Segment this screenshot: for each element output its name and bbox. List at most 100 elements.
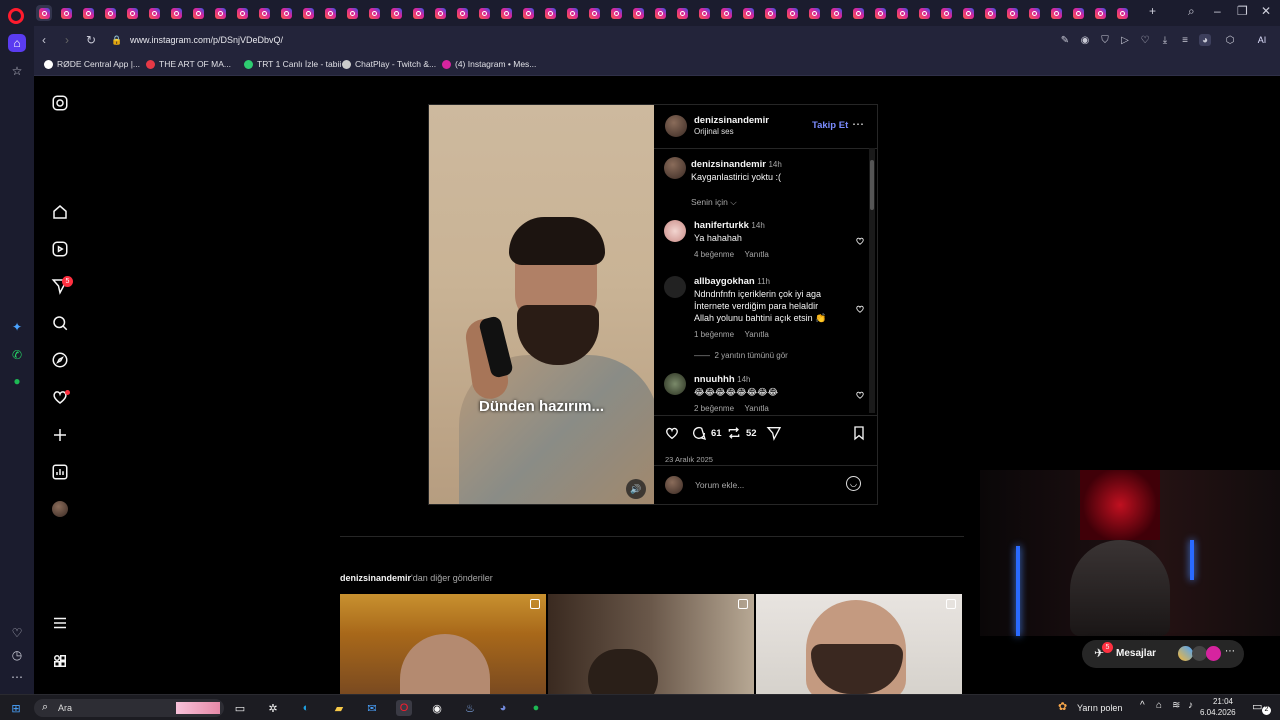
browser-tab[interactable] xyxy=(784,5,800,21)
comment-button[interactable]: 61 xyxy=(691,425,722,441)
browser-tab[interactable] xyxy=(806,5,822,21)
browser-tab[interactable] xyxy=(916,5,932,21)
save-button[interactable] xyxy=(851,425,867,441)
browser-tab[interactable] xyxy=(938,5,954,21)
author-username[interactable]: denizsinandemir xyxy=(694,115,769,126)
spotify-icon[interactable]: ● xyxy=(8,372,26,390)
browser-tab[interactable] xyxy=(1092,5,1108,21)
scrollbar-thumb[interactable] xyxy=(870,160,874,210)
tray-chevron-icon[interactable]: ^ xyxy=(1140,700,1145,711)
more-post-thumbnail[interactable] xyxy=(340,594,546,694)
taskbar-search[interactable]: ⌕ Ara xyxy=(34,699,224,717)
new-tab-icon[interactable]: + xyxy=(1149,4,1156,18)
browser-tab[interactable] xyxy=(740,5,756,21)
browser-tab[interactable] xyxy=(432,5,448,21)
comment-avatar[interactable] xyxy=(664,220,686,242)
browser-tab[interactable] xyxy=(124,5,140,21)
browser-tab[interactable] xyxy=(278,5,294,21)
browser-tab[interactable] xyxy=(630,5,646,21)
explore-icon[interactable] xyxy=(50,350,70,370)
spotify-taskbar-icon[interactable]: ● xyxy=(528,700,544,716)
browser-tab[interactable] xyxy=(982,5,998,21)
more-post-thumbnail[interactable] xyxy=(756,594,962,694)
outlook-icon[interactable]: ✉ xyxy=(364,700,380,716)
reels-icon[interactable] xyxy=(50,239,70,259)
dashboard-icon[interactable] xyxy=(50,462,70,482)
bookmark-art-of-ma[interactable]: THE ART OF MA... xyxy=(146,59,231,69)
widgets-icon[interactable]: ✲ xyxy=(265,700,281,716)
bookmark-instagram[interactable]: (4) Instagram • Mes... xyxy=(442,59,536,69)
browser-tab[interactable] xyxy=(762,5,778,21)
messenger-icon[interactable]: ✦ xyxy=(8,318,26,336)
minimize-icon[interactable]: – xyxy=(1214,4,1221,18)
volume-icon[interactable]: ♪ xyxy=(1188,700,1193,711)
opera-logo-icon[interactable] xyxy=(8,8,24,24)
browser-tab[interactable] xyxy=(300,5,316,21)
browser-tab[interactable] xyxy=(80,5,96,21)
browser-tab[interactable] xyxy=(146,5,162,21)
extensions-icon[interactable]: ⬡ xyxy=(1224,34,1236,46)
camera-icon[interactable]: ◉ xyxy=(1079,34,1091,46)
emoji-icon[interactable]: ◡ xyxy=(846,476,861,491)
edge-icon[interactable]: ◐ xyxy=(298,700,314,716)
browser-tab[interactable] xyxy=(542,5,558,21)
browser-tab[interactable] xyxy=(1070,5,1086,21)
heart-icon[interactable]: ♡ xyxy=(8,624,26,642)
play-icon[interactable]: ▷ xyxy=(1119,34,1131,46)
browser-tab[interactable] xyxy=(564,5,580,21)
browser-tab[interactable] xyxy=(850,5,866,21)
browser-tab[interactable] xyxy=(1114,5,1130,21)
repost-button[interactable]: 52 xyxy=(726,425,757,441)
browser-tab[interactable] xyxy=(454,5,470,21)
home-nav-icon[interactable] xyxy=(50,202,70,222)
more-post-thumbnail[interactable] xyxy=(548,594,754,694)
browser-tab[interactable] xyxy=(696,5,712,21)
browser-tab[interactable] xyxy=(1004,5,1020,21)
browser-tab[interactable] xyxy=(498,5,514,21)
browser-tab[interactable] xyxy=(872,5,888,21)
browser-tab[interactable] xyxy=(344,5,360,21)
follow-button[interactable]: Takip Et xyxy=(812,120,848,131)
ai-button[interactable]: AI xyxy=(1248,34,1276,46)
caption-avatar[interactable] xyxy=(664,157,686,179)
view-replies-link[interactable]: —— 2 yanıtın tümünü gör xyxy=(694,351,788,360)
browser-tab[interactable] xyxy=(960,5,976,21)
audio-label[interactable]: Orijinal ses xyxy=(694,127,734,136)
also-from-meta-icon[interactable] xyxy=(50,651,70,671)
maximize-icon[interactable]: ❐ xyxy=(1237,4,1248,18)
caption-username[interactable]: denizsinandemir xyxy=(691,159,766,170)
browser-tab[interactable] xyxy=(322,5,338,21)
browser-tab[interactable] xyxy=(190,5,206,21)
comment-avatar[interactable] xyxy=(664,276,686,298)
browser-tab[interactable] xyxy=(256,5,272,21)
browser-tab[interactable] xyxy=(674,5,690,21)
mute-icon[interactable]: 🔊 xyxy=(626,479,646,499)
clock-date[interactable]: 6.04.2026 xyxy=(1200,708,1236,717)
browser-tab[interactable] xyxy=(828,5,844,21)
author-avatar[interactable] xyxy=(665,115,687,137)
profile-icon[interactable]: ◕ xyxy=(1199,34,1211,46)
browser-tab[interactable] xyxy=(520,5,536,21)
favorite-icon[interactable]: ♡ xyxy=(1139,34,1151,46)
browser-tab[interactable] xyxy=(212,5,228,21)
browser-tab[interactable] xyxy=(234,5,250,21)
url-field[interactable]: www.instagram.com/p/DSnjVDeDbvQ/ xyxy=(130,35,283,45)
browser-tab[interactable] xyxy=(36,5,52,21)
star-icon[interactable]: ☆ xyxy=(8,62,26,80)
reload-icon[interactable]: ↻ xyxy=(86,33,96,47)
back-icon[interactable]: ‹ xyxy=(42,33,46,47)
search-tabs-icon[interactable]: ⌕ xyxy=(1188,4,1195,19)
share-button[interactable] xyxy=(766,425,782,441)
browser-tab[interactable] xyxy=(102,5,118,21)
browser-tab[interactable] xyxy=(1026,5,1042,21)
hamburger-menu-icon[interactable] xyxy=(50,613,70,633)
more-options-icon[interactable]: ⋯ xyxy=(852,117,864,131)
close-window-icon[interactable]: ✕ xyxy=(1261,4,1271,18)
weather-text[interactable]: Yarın polen xyxy=(1077,703,1122,713)
browser-tab[interactable] xyxy=(410,5,426,21)
browser-tab[interactable] xyxy=(652,5,668,21)
windows-start-icon[interactable]: ⊞ xyxy=(8,700,24,716)
sort-dropdown[interactable]: Senin için ⌵ xyxy=(691,197,737,208)
profile-avatar[interactable] xyxy=(50,499,70,519)
menu-icon[interactable]: ≡ xyxy=(1179,34,1191,46)
